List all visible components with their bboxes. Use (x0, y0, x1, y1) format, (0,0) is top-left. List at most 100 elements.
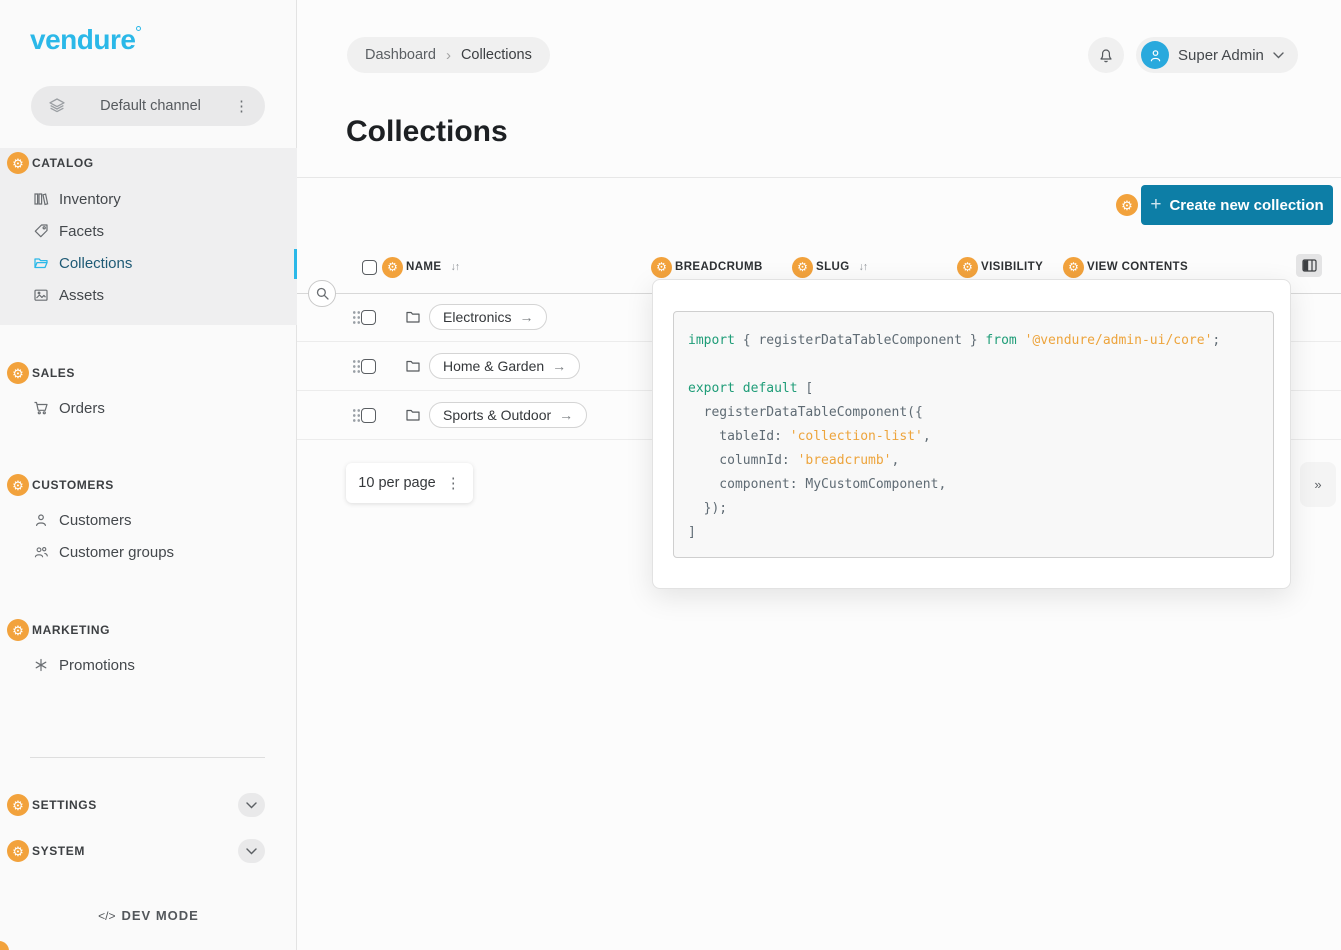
search-icon (316, 287, 329, 300)
create-button-label: Create new collection (1169, 197, 1323, 214)
table-header-slug: SLUG ↓↑ (792, 253, 867, 281)
dev-extension-badge-icon[interactable] (7, 152, 29, 174)
column-label: SLUG (816, 261, 850, 273)
folder-icon (405, 309, 421, 325)
row-checkbox[interactable] (361, 310, 376, 325)
section-label: SETTINGS (32, 798, 97, 812)
collection-link-home-garden[interactable]: Home & Garden → (429, 353, 580, 379)
section-label: MARKETING (32, 623, 110, 637)
sidebar-divider (30, 757, 265, 758)
arrow-right-icon: → (559, 407, 573, 423)
drag-handle-icon[interactable] (352, 359, 360, 374)
sort-icon[interactable]: ↓↑ (450, 261, 459, 273)
table-search-button[interactable] (308, 280, 336, 307)
user-icon (1148, 48, 1163, 63)
column-label: NAME (406, 261, 441, 273)
nav-label: Customer groups (59, 544, 174, 561)
code-line: registerDataTableComponent({ (688, 401, 1259, 425)
vendure-logo[interactable]: vendure (30, 24, 141, 56)
sidebar-item-customers[interactable]: Customers (33, 504, 132, 536)
column-picker-button[interactable] (1296, 254, 1322, 277)
code-line: component: MyCustomComponent, (688, 473, 1259, 497)
notifications-button[interactable] (1088, 37, 1124, 73)
collection-name: Sports & Outdoor (443, 407, 551, 423)
table-header-view-contents: VIEW CONTENTS (1063, 253, 1188, 281)
drag-handle-icon[interactable] (352, 408, 360, 423)
chevron-down-icon (246, 802, 257, 809)
channel-selector[interactable]: Default channel ⋮ (31, 86, 265, 126)
row-checkbox[interactable] (361, 408, 376, 423)
dev-extension-badge-icon[interactable] (7, 794, 29, 816)
section-label: SYSTEM (32, 844, 85, 858)
row-checkbox[interactable] (361, 359, 376, 374)
logo-text: vendure (30, 24, 135, 55)
nav-label: Orders (59, 400, 105, 417)
nav-label: Assets (59, 287, 104, 304)
avatar (1141, 41, 1169, 69)
collection-name: Electronics (443, 309, 511, 325)
section-label: SALES (32, 366, 75, 380)
nav-label: Facets (59, 223, 104, 240)
sidebar-item-assets[interactable]: Assets (33, 279, 104, 311)
system-expand-button[interactable] (238, 839, 265, 863)
select-all-checkbox[interactable] (362, 260, 377, 275)
dev-extension-badge-icon[interactable] (7, 362, 29, 384)
chevron-down-icon (1273, 52, 1284, 59)
per-page-label: 10 per page (358, 475, 435, 491)
header-divider (297, 177, 1341, 178)
sidebar-section-system: SYSTEM (7, 840, 85, 862)
nav-label: Inventory (59, 191, 121, 208)
dev-extension-badge-icon[interactable] (7, 619, 29, 641)
dev-extension-badge-icon[interactable] (1116, 194, 1138, 216)
dev-extension-badge-icon[interactable] (382, 257, 403, 278)
orders-icon (33, 400, 49, 416)
channel-label: Default channel (67, 98, 234, 114)
dev-extension-badge-icon[interactable] (792, 257, 813, 278)
code-line (688, 353, 1259, 377)
sidebar-item-promotions[interactable]: Promotions (33, 649, 135, 681)
dev-extension-badge-icon[interactable] (651, 257, 672, 278)
folder-icon (405, 358, 421, 374)
sidebar-section-marketing: MARKETING (7, 619, 110, 641)
sidebar-section-customers: CUSTOMERS (7, 474, 114, 496)
sidebar-section-sales: SALES (7, 362, 75, 384)
collection-link-sports-outdoor[interactable]: Sports & Outdoor → (429, 402, 587, 428)
section-label: CUSTOMERS (32, 478, 114, 492)
dev-extension-badge-icon[interactable] (7, 474, 29, 496)
per-page-menu-icon: ⋮ (446, 474, 461, 492)
per-page-selector[interactable]: 10 per page ⋮ (346, 463, 473, 503)
code-line: tableId: 'collection-list', (688, 425, 1259, 449)
dev-extension-badge-icon[interactable] (1063, 257, 1084, 278)
sidebar-item-collections[interactable]: Collections (33, 247, 132, 279)
user-menu[interactable]: Super Admin (1136, 37, 1298, 73)
sort-icon[interactable]: ↓↑ (859, 261, 868, 273)
arrow-right-icon: → (552, 358, 566, 374)
pagination-next-button[interactable]: » (1300, 462, 1336, 507)
dev-extension-badge-icon[interactable] (0, 941, 9, 950)
create-new-collection-button[interactable]: + Create new collection (1141, 185, 1333, 225)
layers-icon (47, 96, 67, 116)
sidebar-item-customer-groups[interactable]: Customer groups (33, 536, 174, 568)
breadcrumb-separator-icon: › (446, 47, 451, 64)
code-line: export default [ (688, 377, 1259, 401)
settings-expand-button[interactable] (238, 793, 265, 817)
collection-name: Home & Garden (443, 358, 544, 374)
dev-mode-toggle[interactable]: </>DEV MODE (0, 908, 297, 923)
collections-icon (33, 255, 49, 271)
assets-icon (33, 287, 49, 303)
channel-menu-icon[interactable]: ⋮ (234, 97, 249, 115)
breadcrumb-current: Collections (461, 47, 532, 63)
collection-link-electronics[interactable]: Electronics → (429, 304, 547, 330)
drag-handle-icon[interactable] (352, 310, 360, 325)
dev-extension-badge-icon[interactable] (7, 840, 29, 862)
facets-icon (33, 223, 49, 239)
sidebar-item-facets[interactable]: Facets (33, 215, 104, 247)
arrow-right-icon: → (519, 309, 533, 325)
app-root: vendure Default channel ⋮ CATALOG Invent… (0, 0, 1341, 950)
breadcrumb-dashboard-link[interactable]: Dashboard (365, 47, 436, 63)
dev-extension-badge-icon[interactable] (957, 257, 978, 278)
sidebar-item-inventory[interactable]: Inventory (33, 183, 121, 215)
user-name: Super Admin (1178, 47, 1264, 64)
code-line: columnId: 'breadcrumb', (688, 449, 1259, 473)
sidebar-item-orders[interactable]: Orders (33, 392, 105, 424)
